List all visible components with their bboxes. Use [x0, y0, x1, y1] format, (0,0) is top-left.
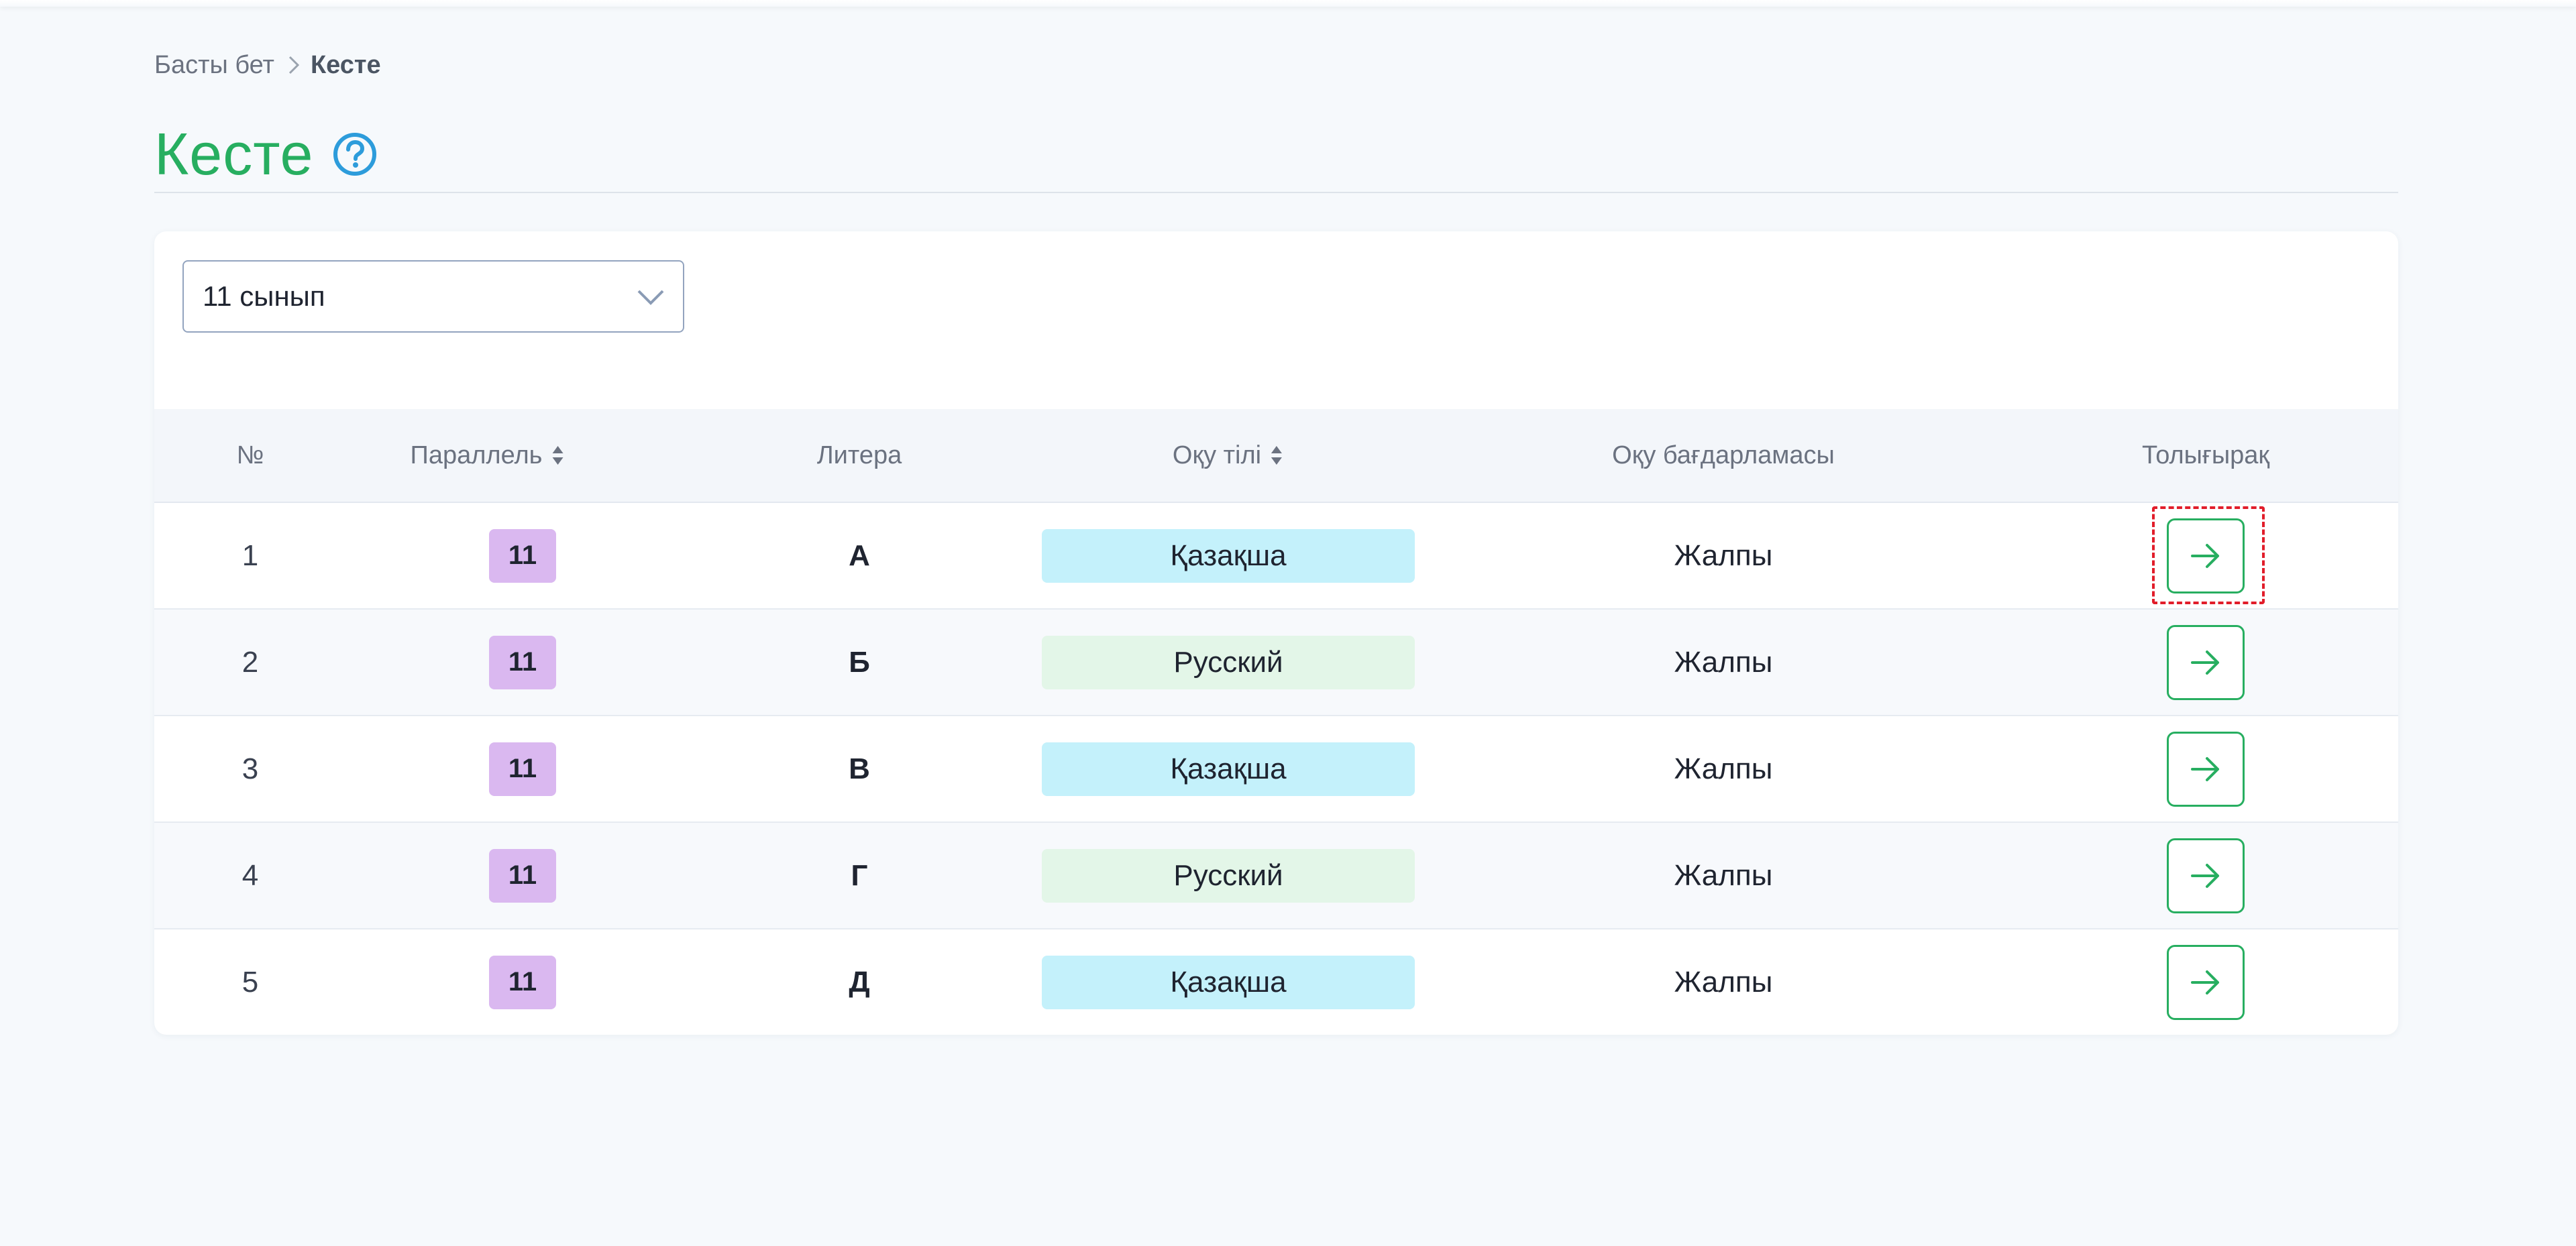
classes-table: № Параллель Литера Оқу тілі Оқу бағдарла… [154, 409, 2398, 1035]
arrow-right-icon [2191, 650, 2219, 675]
table-row: 4 11 Г Русский Жалпы [154, 823, 2398, 929]
column-header-language[interactable]: Оқу тілі [1173, 409, 1284, 502]
column-header-number-label: № [236, 441, 264, 469]
chevron-right-icon [288, 55, 300, 75]
row-number: 2 [241, 645, 259, 679]
program-value: Жалпы [1674, 858, 1773, 892]
page-title: Кесте [154, 121, 314, 187]
column-header-number: № [237, 409, 264, 502]
table-row: 5 11 Д Қазақша Жалпы [154, 929, 2398, 1035]
details-button[interactable] [2167, 518, 2245, 593]
details-button[interactable] [2167, 838, 2245, 913]
column-header-litera-label: Литера [816, 441, 902, 469]
litera-value: Д [849, 965, 870, 999]
top-bar-shadow [0, 0, 2576, 7]
schedule-card: 11 сынып № Параллель Литера Оқу тілі Оқу… [154, 231, 2398, 1035]
arrow-right-icon [2191, 543, 2219, 568]
details-button[interactable] [2167, 944, 2245, 1020]
litera-value: Б [849, 645, 870, 679]
litera-value: А [849, 539, 870, 572]
language-badge: Қазақша [1042, 955, 1415, 1009]
row-number: 5 [241, 965, 259, 999]
table-row: 2 11 Б Русский Жалпы [154, 610, 2398, 716]
parallel-badge: 11 [489, 635, 556, 689]
title-divider [154, 192, 2398, 193]
parallel-badge: 11 [489, 955, 556, 1009]
language-badge: Қазақша [1042, 742, 1415, 796]
breadcrumb-current: Кесте [310, 50, 381, 79]
sort-icon[interactable] [1269, 443, 1284, 467]
parallel-badge: 11 [489, 742, 556, 796]
language-badge: Қазақша [1042, 528, 1415, 583]
class-select[interactable]: 11 сынып [182, 260, 684, 333]
litera-value: В [849, 752, 870, 785]
breadcrumb: Басты бет Кесте [154, 48, 381, 82]
language-badge: Русский [1042, 635, 1415, 689]
table-row: 1 11 А Қазақша Жалпы [154, 503, 2398, 610]
details-button[interactable] [2167, 624, 2245, 700]
program-value: Жалпы [1674, 965, 1773, 999]
table-row: 3 11 В Қазақша Жалпы [154, 716, 2398, 823]
parallel-badge: 11 [489, 848, 556, 903]
program-value: Жалпы [1674, 645, 1773, 679]
details-button[interactable] [2167, 731, 2245, 807]
breadcrumb-home-link[interactable]: Басты бет [154, 51, 274, 80]
row-number: 4 [241, 858, 259, 892]
column-header-program: Оқу бағдарламасы [1612, 409, 1835, 502]
row-number: 3 [241, 752, 259, 785]
sort-icon[interactable] [550, 443, 565, 467]
arrow-right-icon [2191, 756, 2219, 781]
chevron-down-icon [636, 284, 665, 311]
question-circle-icon[interactable] [332, 131, 378, 177]
column-header-parallel-label: Параллель [410, 441, 543, 469]
parallel-badge: 11 [489, 528, 556, 583]
column-header-program-label: Оқу бағдарламасы [1612, 441, 1835, 469]
class-select-value: 11 сынып [203, 280, 325, 312]
page-header: Кесте [154, 117, 378, 191]
table-header: № Параллель Литера Оқу тілі Оқу бағдарла… [154, 409, 2398, 503]
column-header-parallel[interactable]: Параллель [411, 409, 566, 502]
row-number: 1 [241, 539, 259, 572]
language-badge: Русский [1042, 848, 1415, 903]
arrow-right-icon [2191, 970, 2219, 995]
column-header-more-label: Толығырақ [2141, 441, 2270, 469]
program-value: Жалпы [1674, 539, 1773, 572]
program-value: Жалпы [1674, 752, 1773, 785]
column-header-language-label: Оқу тілі [1172, 441, 1262, 469]
litera-value: Г [851, 858, 868, 892]
arrow-right-icon [2191, 863, 2219, 888]
column-header-more: Толығырақ [2142, 409, 2269, 502]
column-header-litera: Литера [817, 409, 902, 502]
